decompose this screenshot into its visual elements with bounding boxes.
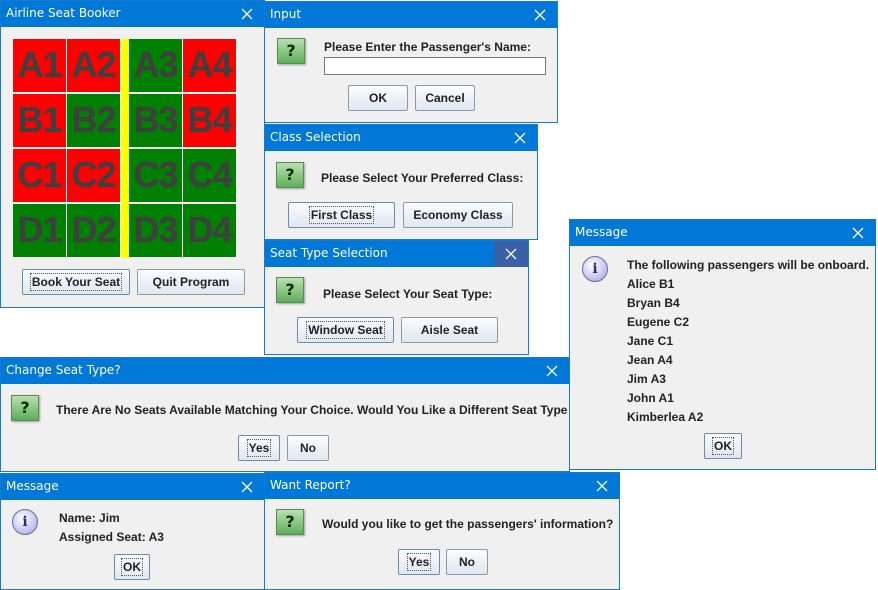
assigned-seat-text: Assigned Seat: A3: [59, 530, 164, 544]
question-icon: ?: [276, 277, 304, 303]
seat-a3[interactable]: A3: [129, 39, 183, 93]
onboard-passengers-message-dialog: Message i The following passengers will …: [569, 219, 876, 470]
airline-seat-booker-window: Airline Seat Booker A1 A2 A3 A4 B1 B2 B3 B4 C1 C2…: [0, 0, 265, 308]
book-seat-button[interactable]: Book Your Seat: [22, 269, 130, 295]
assigned-seat-message-dialog: Message i Name: Jim Assigned Seat: A3 OK: [0, 473, 265, 590]
seat-a1[interactable]: A1: [13, 39, 67, 93]
yes-button[interactable]: Yes: [398, 549, 440, 575]
seat-d3[interactable]: D3: [129, 204, 183, 258]
passenger-list-item: Bryan B4: [627, 296, 680, 310]
seat-a4[interactable]: A4: [183, 39, 237, 93]
close-icon[interactable]: [535, 358, 569, 384]
economy-class-button[interactable]: Economy Class: [403, 202, 513, 228]
question-icon: ?: [11, 395, 39, 421]
passenger-list: Alice B1 Bryan B4 Eugene C2 Jane C1 Jean A4 J…: [627, 277, 867, 427]
dialog-title: Seat Type Selection: [270, 246, 388, 260]
close-icon[interactable]: [494, 241, 528, 267]
dialog-title: Want Report?: [270, 478, 351, 492]
title-bar[interactable]: Message: [570, 220, 875, 246]
first-class-button[interactable]: First Class: [288, 202, 395, 228]
seat-c3[interactable]: C3: [129, 149, 183, 203]
change-seat-type-dialog: Change Seat Type? ? There Are No Seats A…: [0, 357, 570, 472]
dialog-title: Message: [575, 225, 628, 239]
seat-c4[interactable]: C4: [183, 149, 237, 203]
dialog-title: Input: [270, 7, 302, 21]
title-bar[interactable]: Want Report?: [265, 473, 619, 499]
seat-c2[interactable]: C2: [67, 149, 121, 203]
seat-grid: A1 A2 A3 A4 B1 B2 B3 B4 C1 C2 C3 C4 D1 D2 D3 D4: [13, 39, 237, 258]
question-icon: ?: [276, 509, 304, 535]
seat-b3[interactable]: B3: [129, 94, 183, 148]
passenger-list-item: Kimberlea A2: [627, 410, 704, 424]
class-selection-dialog: Class Selection ? Please Select Your Pre…: [264, 124, 538, 240]
yes-button[interactable]: Yes: [238, 435, 280, 461]
title-bar[interactable]: Seat Type Selection: [265, 241, 528, 267]
aisle-strip: [121, 39, 129, 258]
title-bar[interactable]: Change Seat Type?: [1, 358, 569, 384]
seat-d4[interactable]: D4: [183, 204, 237, 258]
cancel-button[interactable]: Cancel: [415, 85, 475, 111]
seat-a2[interactable]: A2: [67, 39, 121, 93]
dialog-title: Message: [6, 479, 59, 493]
window-title: Airline Seat Booker: [6, 6, 121, 20]
want-report-dialog: Want Report? ? Would you like to get the…: [264, 472, 620, 590]
question-icon: ?: [277, 38, 305, 64]
info-icon: i: [582, 256, 608, 282]
ok-button[interactable]: OK: [348, 85, 408, 111]
input-dialog: Input ? Please Enter the Passenger's Nam…: [264, 1, 558, 123]
aisle-seat-button[interactable]: Aisle Seat: [401, 317, 498, 343]
seat-b2[interactable]: B2: [67, 94, 121, 148]
close-icon[interactable]: [585, 473, 619, 499]
report-prompt: Would you like to get the passengers' in…: [322, 517, 614, 531]
passenger-list-item: Jane C1: [627, 334, 674, 348]
close-icon[interactable]: [523, 2, 557, 28]
seat-d1[interactable]: D1: [13, 204, 67, 258]
seat-b1[interactable]: B1: [13, 94, 67, 148]
dialog-title: Class Selection: [270, 130, 361, 144]
passenger-list-item: Jim A3: [627, 372, 666, 386]
close-icon[interactable]: [503, 125, 537, 151]
passenger-list-item: Eugene C2: [627, 315, 690, 329]
title-bar[interactable]: Input: [265, 2, 557, 28]
passenger-list-item: Jean A4: [627, 353, 673, 367]
window-seat-button[interactable]: Window Seat: [297, 317, 394, 343]
ok-button[interactable]: OK: [704, 433, 742, 459]
seat-c1[interactable]: C1: [13, 149, 67, 203]
input-prompt: Please Enter the Passenger's Name:: [324, 40, 531, 54]
class-prompt: Please Select Your Preferred Class:: [321, 171, 524, 185]
passenger-name-text: Name: Jim: [59, 511, 120, 525]
passenger-name-input[interactable]: [324, 57, 546, 75]
seat-b4[interactable]: B4: [183, 94, 237, 148]
close-icon[interactable]: [841, 220, 875, 246]
ok-button[interactable]: OK: [114, 554, 150, 580]
seat-type-selection-dialog: Seat Type Selection ? Please Select Your…: [264, 240, 529, 355]
info-icon: i: [12, 509, 38, 535]
question-icon: ?: [276, 162, 304, 188]
passenger-list-item: Alice B1: [627, 277, 675, 291]
quit-program-button[interactable]: Quit Program: [137, 269, 245, 295]
seat-d2[interactable]: D2: [67, 204, 121, 258]
close-icon[interactable]: [230, 1, 264, 27]
dialog-title: Change Seat Type?: [6, 363, 121, 377]
no-button[interactable]: No: [287, 435, 329, 461]
onboard-heading: The following passengers will be onboard…: [627, 258, 870, 272]
title-bar[interactable]: Message: [1, 474, 264, 500]
title-bar[interactable]: Airline Seat Booker: [1, 1, 264, 27]
close-icon[interactable]: [230, 474, 264, 500]
passenger-list-item: John A1: [627, 391, 674, 405]
change-prompt: There Are No Seats Available Matching Yo…: [56, 403, 568, 417]
seat-type-prompt: Please Select Your Seat Type:: [323, 287, 493, 301]
title-bar[interactable]: Class Selection: [265, 125, 537, 151]
no-button[interactable]: No: [446, 549, 488, 575]
